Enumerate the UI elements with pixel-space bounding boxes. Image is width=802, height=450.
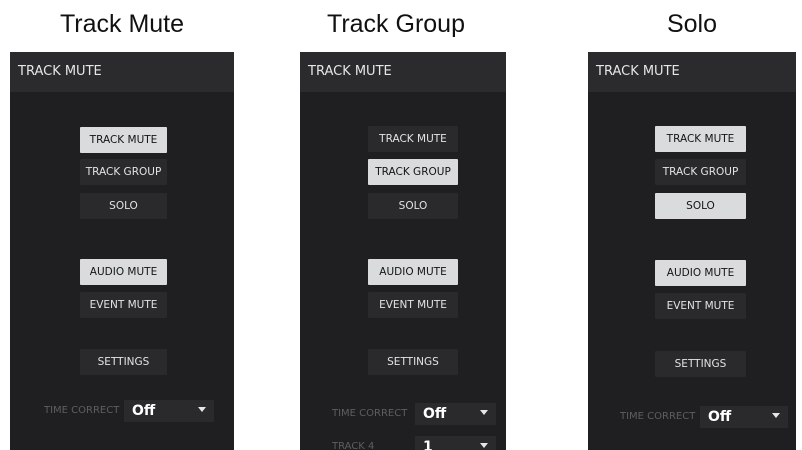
settings-button[interactable]: SETTINGS (80, 349, 167, 375)
solo-button[interactable]: SOLO (80, 193, 167, 219)
track-4-label: TRACK 4 (332, 441, 375, 450)
time-correct-value: Off (132, 403, 156, 419)
time-correct-select[interactable]: Off (700, 406, 788, 428)
time-correct-label: TIME CORRECT (44, 405, 120, 416)
track-group-button[interactable]: TRACK GROUP (80, 159, 167, 185)
panel-header: TRACK MUTE (300, 52, 506, 92)
caption-track-group: Track Group (326, 10, 465, 38)
track-mute-button[interactable]: TRACK MUTE (655, 126, 746, 152)
track-4-select[interactable]: 1 (415, 436, 496, 450)
caption-track-mute: Track Mute (59, 10, 185, 38)
time-correct-select[interactable]: Off (415, 403, 496, 425)
track-mute-button[interactable]: TRACK MUTE (80, 127, 167, 153)
chevron-down-icon (480, 410, 488, 415)
audio-mute-button[interactable]: AUDIO MUTE (80, 259, 167, 285)
caption-solo: Solo (666, 10, 718, 38)
chevron-down-icon (480, 443, 488, 448)
settings-button[interactable]: SETTINGS (368, 349, 458, 375)
time-correct-value: Off (423, 406, 447, 422)
track-mute-button[interactable]: TRACK MUTE (368, 126, 458, 152)
time-correct-value: Off (708, 409, 732, 425)
chevron-down-icon (198, 407, 206, 412)
time-correct-select[interactable]: Off (124, 400, 214, 422)
track-mute-panel: TRACK MUTE TRACK MUTE TRACK GROUP SOLO A… (10, 52, 234, 450)
settings-button[interactable]: SETTINGS (655, 351, 746, 377)
chevron-down-icon (772, 413, 780, 418)
time-correct-label: TIME CORRECT (620, 411, 696, 422)
track-group-panel: TRACK MUTE TRACK MUTE TRACK GROUP SOLO A… (300, 52, 506, 450)
solo-panel: TRACK MUTE TRACK MUTE TRACK GROUP SOLO A… (588, 52, 796, 450)
solo-button[interactable]: SOLO (368, 193, 458, 219)
event-mute-button[interactable]: EVENT MUTE (655, 293, 746, 319)
track-group-button[interactable]: TRACK GROUP (368, 159, 458, 185)
event-mute-button[interactable]: EVENT MUTE (368, 292, 458, 318)
event-mute-button[interactable]: EVENT MUTE (80, 292, 167, 318)
audio-mute-button[interactable]: AUDIO MUTE (368, 259, 458, 285)
audio-mute-button[interactable]: AUDIO MUTE (655, 260, 746, 286)
time-correct-label: TIME CORRECT (332, 408, 408, 419)
solo-button[interactable]: SOLO (655, 193, 746, 219)
panel-header: TRACK MUTE (588, 52, 796, 92)
track-group-button[interactable]: TRACK GROUP (655, 159, 746, 185)
track-4-value: 1 (423, 439, 433, 450)
panel-header: TRACK MUTE (10, 52, 234, 92)
